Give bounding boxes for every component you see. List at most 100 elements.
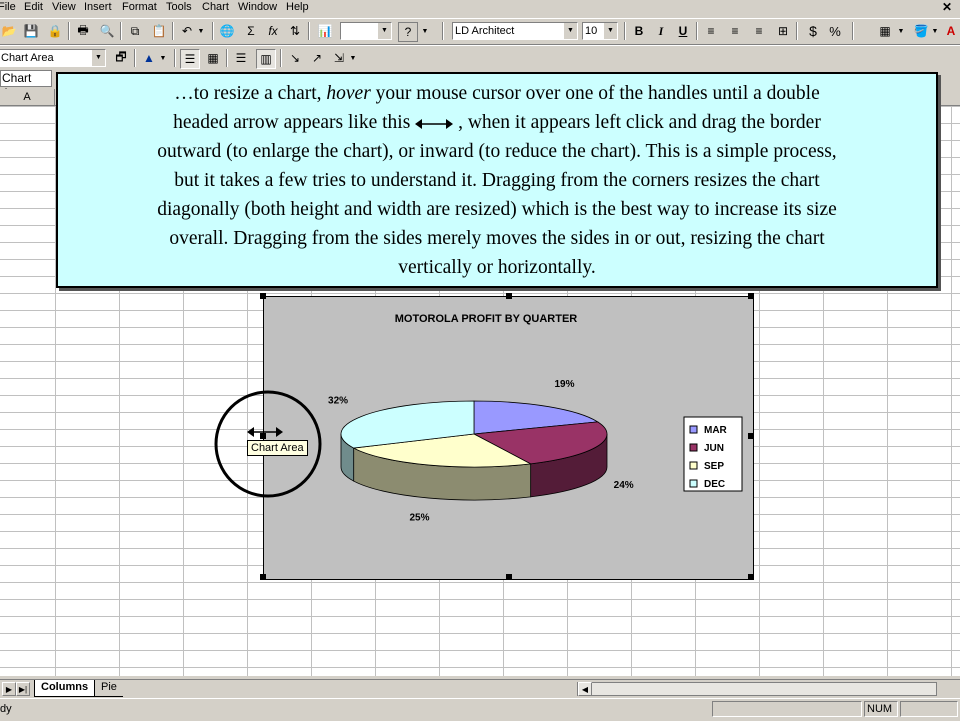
status-bar: dy NUM — [0, 698, 960, 721]
hyperlink-icon[interactable]: 🌐 — [218, 22, 236, 40]
borders-icon[interactable]: ▦ — [876, 22, 894, 40]
fill-color-icon[interactable]: 🪣 — [912, 22, 930, 40]
tab-pie[interactable]: Pie — [95, 680, 123, 697]
copy-icon[interactable]: ⧉ — [126, 22, 144, 40]
horizontal-scrollbar[interactable]: ◀ — [577, 682, 937, 696]
borders-dropdown-icon[interactable]: ▼ — [896, 22, 906, 40]
open-icon[interactable]: 📂 — [0, 22, 18, 40]
legend-swatch-jun — [689, 443, 698, 452]
chart-wizard-icon[interactable]: 📊 — [316, 22, 334, 40]
font-size-combo[interactable]: 10 ▼ — [582, 22, 618, 40]
print-preview-icon[interactable]: 🔍 — [98, 22, 116, 40]
menu-chart[interactable]: Chart — [202, 1, 229, 13]
tab-columns[interactable]: Columns — [34, 680, 96, 697]
menu-edit[interactable]: Edit — [24, 1, 43, 13]
status-panel — [712, 701, 862, 717]
separator — [796, 22, 798, 40]
data-label-mar: 19% — [554, 379, 574, 390]
legend-label-dec: DEC — [704, 479, 725, 490]
separator — [226, 49, 228, 67]
separator — [308, 22, 310, 40]
autosum-icon[interactable]: Σ — [242, 22, 260, 40]
callout-line-2: headed arrow appears like this , when it… — [173, 112, 821, 133]
callout-line-4: but it takes a few tries to understand i… — [174, 170, 820, 191]
fill-dropdown-icon[interactable]: ▼ — [930, 22, 940, 40]
separator — [120, 22, 122, 40]
help-icon[interactable]: ? — [398, 22, 418, 42]
percent-button[interactable]: % — [826, 22, 844, 40]
legend-label-jun: JUN — [704, 443, 724, 454]
resize-handle-bottom-left[interactable] — [260, 574, 266, 580]
menu-bar: File Edit View Insert Format Tools Chart… — [0, 0, 960, 17]
sheet-tab-bar: ▶ ▶| Columns Pie ◀ — [0, 679, 960, 698]
by-row-icon[interactable]: ☰ — [232, 49, 250, 67]
legend-icon[interactable]: ☰ — [180, 49, 200, 69]
last-sheet-icon[interactable]: ▶| — [16, 682, 30, 696]
resize-handle-top-right[interactable] — [748, 293, 754, 299]
resize-handle-bottom-right[interactable] — [748, 574, 754, 580]
underline-button[interactable]: U — [674, 22, 692, 40]
merge-center-icon[interactable]: ⊞ — [774, 22, 792, 40]
bold-button[interactable]: B — [630, 22, 648, 40]
sort-icon[interactable]: ⇅ — [286, 22, 304, 40]
toolbar-options-icon[interactable]: ⇲ — [330, 49, 348, 67]
callout-line-5: diagonally (both height and width are re… — [157, 199, 837, 220]
menu-format[interactable]: Format — [122, 1, 157, 13]
scroll-left-icon[interactable]: ◀ — [578, 682, 592, 696]
menu-window[interactable]: Window — [238, 1, 277, 13]
angle-text-down-icon[interactable]: ↘ — [286, 49, 304, 67]
print-icon[interactable]: 🖶 — [74, 22, 92, 40]
menu-view[interactable]: View — [52, 1, 76, 13]
resize-handle-bottom[interactable] — [506, 574, 512, 580]
paste-icon[interactable]: 📋 — [150, 22, 168, 40]
chevron-down-icon[interactable]: ▼ — [377, 23, 391, 39]
chevron-down-icon[interactable]: ▼ — [603, 23, 617, 39]
align-center-icon[interactable]: ≡ — [726, 22, 744, 40]
font-color-icon[interactable]: A — [942, 22, 960, 40]
menu-insert[interactable]: Insert — [84, 1, 112, 13]
standard-toolbar: 📂 💾 🔒 🖶 🔍 ⧉ 📋 ↶ ▼ 🌐 Σ fx ⇅ 📊 ▼ ? ▼ LD Ar… — [0, 18, 960, 45]
legend-label-mar: MAR — [704, 425, 728, 436]
separator — [134, 49, 136, 67]
menu-help[interactable]: Help — [286, 1, 309, 13]
menu-file[interactable]: File — [0, 1, 16, 13]
chart-objects-combo[interactable]: Chart Area ▼ — [0, 49, 106, 67]
save-icon[interactable]: 💾 — [22, 22, 40, 40]
function-icon[interactable]: fx — [264, 22, 282, 40]
column-header-a[interactable]: A — [0, 89, 55, 105]
align-right-icon[interactable]: ≡ — [750, 22, 768, 40]
resize-handle-top-left[interactable] — [260, 293, 266, 299]
chevron-down-icon[interactable]: ▼ — [563, 23, 577, 39]
callout-line-3: outward (to enlarge the chart), or inwar… — [157, 141, 837, 162]
menu-tools[interactable]: Tools — [166, 1, 192, 13]
chart-toolbar: Chart Area ▼ 🗗 ▲ ▼ ☰ ▦ ☰ ▥ ↘ ↗ ⇲ ▼ — [0, 45, 960, 71]
resize-handle-right[interactable] — [748, 433, 754, 439]
chart-area[interactable]: MOTOROLA PROFIT BY QUARTER 19% 24% 25% 32% … — [260, 293, 754, 580]
align-left-icon[interactable]: ≡ — [702, 22, 720, 40]
next-sheet-icon[interactable]: ▶ — [2, 682, 16, 696]
name-box[interactable]: Chart Area — [0, 70, 52, 100]
angle-text-up-icon[interactable]: ↗ — [308, 49, 326, 67]
legend[interactable]: MAR JUN SEP DEC — [683, 416, 743, 492]
double-arrow-cursor-icon — [247, 427, 283, 437]
chevron-down-icon[interactable]: ▼ — [91, 50, 105, 66]
undo-icon[interactable]: ↶ — [178, 22, 196, 40]
separator — [174, 49, 176, 67]
chart-type-dropdown-icon[interactable]: ▼ — [158, 49, 168, 67]
currency-button[interactable]: $ — [804, 22, 822, 40]
resize-handle-top[interactable] — [506, 293, 512, 299]
permission-icon[interactable]: 🔒 — [46, 22, 64, 40]
data-table-icon[interactable]: ▦ — [204, 49, 222, 67]
font-name-combo[interactable]: LD Architect ▼ — [452, 22, 578, 40]
undo-dropdown-icon[interactable]: ▼ — [196, 22, 206, 40]
separator — [442, 22, 444, 40]
close-icon[interactable]: ✕ — [942, 0, 952, 14]
by-column-icon[interactable]: ▥ — [256, 49, 276, 69]
help-dropdown-icon[interactable]: ▼ — [420, 22, 430, 40]
num-lock-indicator: NUM — [864, 701, 898, 717]
chart-type-icon[interactable]: ▲ — [140, 49, 158, 67]
zoom-combo[interactable]: ▼ — [340, 22, 392, 40]
format-chart-area-icon[interactable]: 🗗 — [112, 49, 130, 67]
toolbar-options-dropdown-icon[interactable]: ▼ — [348, 49, 358, 67]
italic-button[interactable]: I — [652, 22, 670, 40]
